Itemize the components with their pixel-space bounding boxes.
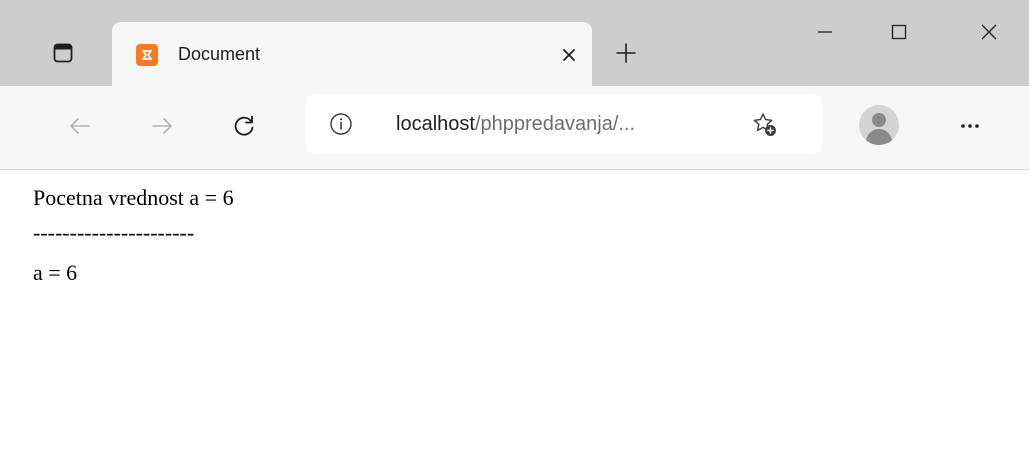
url-text[interactable]: localhost/phppredavanja/... <box>396 111 635 137</box>
page-text-line: a = 6 <box>33 260 78 285</box>
forward-arrow-icon <box>152 118 172 134</box>
refresh-button[interactable] <box>218 102 270 150</box>
refresh-icon <box>234 115 254 136</box>
url-host: localhost <box>396 113 475 135</box>
tab-close-button[interactable] <box>554 40 584 70</box>
profile-button[interactable] <box>854 100 904 150</box>
navigation-toolbar: localhost/phppredavanja/... <box>0 86 1029 256</box>
page-content: Pocetna vrednost a = 6 -----------------… <box>0 171 1029 469</box>
tab-title: Document <box>178 44 261 64</box>
settings-menu-button[interactable] <box>944 102 996 150</box>
add-favorite-button[interactable] <box>750 110 780 140</box>
site-info-button[interactable] <box>328 111 354 137</box>
maximize-button[interactable] <box>866 10 932 54</box>
url-path: /phppredavanja/... <box>474 113 636 135</box>
back-button[interactable] <box>54 102 106 150</box>
maximize-icon <box>891 24 907 40</box>
tab-actions-button[interactable] <box>38 30 88 76</box>
close-icon <box>981 24 997 40</box>
close-icon <box>563 49 575 61</box>
forward-button[interactable] <box>136 102 188 150</box>
minimize-button[interactable] <box>792 10 858 54</box>
page-text-line: Pocetna vrednost a = 6 <box>33 185 234 210</box>
browser-window: Document localhost/phppredavanja/... Poc… <box>0 0 1029 469</box>
new-tab-button[interactable] <box>606 33 646 73</box>
info-icon <box>330 113 352 135</box>
page-separator-line: ---------------------- <box>33 220 195 245</box>
xampp-icon <box>136 44 158 66</box>
profile-icon <box>859 105 899 145</box>
more-icon <box>961 124 979 128</box>
tab-document[interactable]: Document <box>112 22 592 86</box>
address-bar[interactable]: localhost/phppredavanja/... <box>306 94 822 154</box>
close-window-button[interactable] <box>956 10 1022 54</box>
tab-strip: Document <box>0 0 1029 86</box>
plus-icon <box>616 43 636 63</box>
minimize-icon <box>818 31 832 33</box>
tab-actions-icon <box>53 43 73 63</box>
add-favorite-icon <box>753 113 776 136</box>
back-arrow-icon <box>70 118 90 134</box>
